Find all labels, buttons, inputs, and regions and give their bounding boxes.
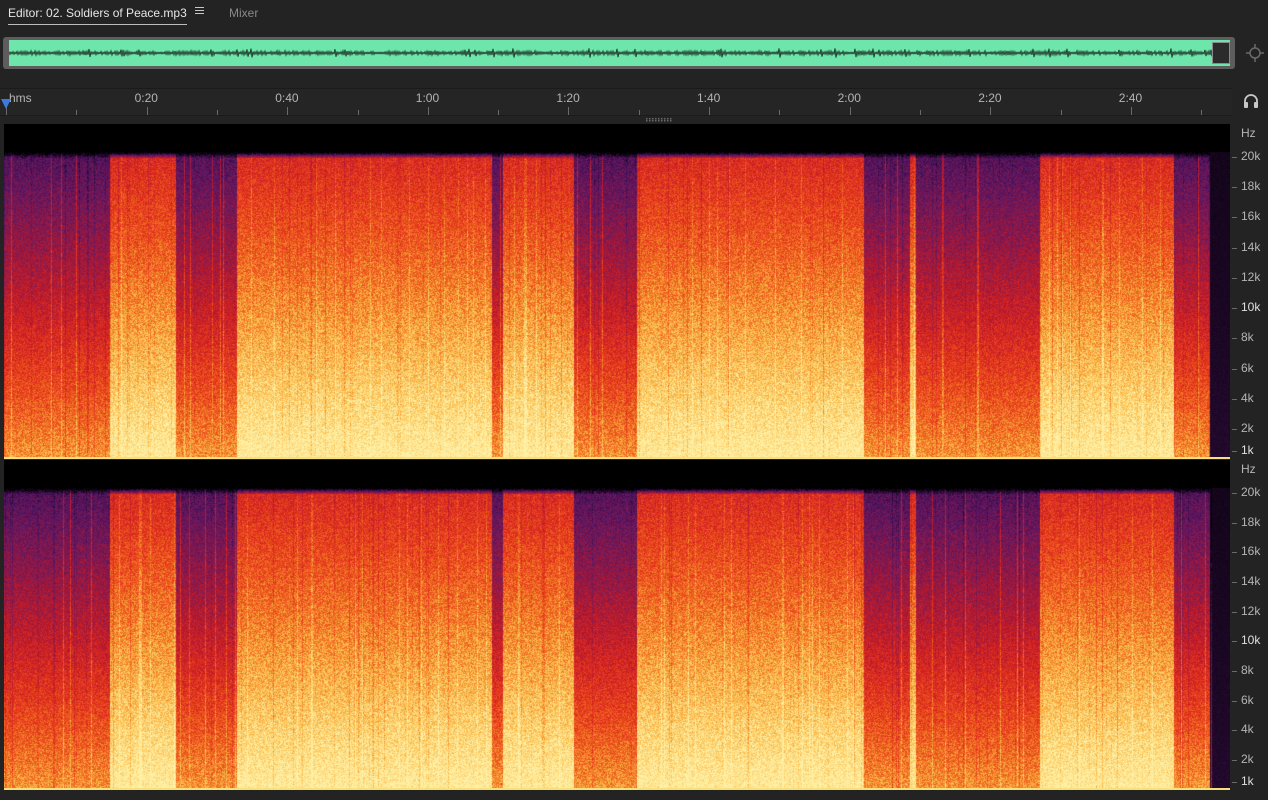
hz-tick xyxy=(1232,247,1237,249)
time-label: 1:40 xyxy=(697,91,721,105)
hz-tick xyxy=(1232,338,1237,340)
time-label: 0:40 xyxy=(275,91,299,105)
hz-label: 8k xyxy=(1241,663,1254,677)
hz-tick xyxy=(1232,582,1237,583)
hz-label: 14k xyxy=(1241,239,1261,254)
time-ruler[interactable]: hms 0:20 0:40 1:00 1:20 1:40 2:00 2:20 2:40 xyxy=(0,88,1232,116)
active-tab-underline xyxy=(8,24,187,25)
hz-tick xyxy=(1232,277,1237,279)
time-label: 1:20 xyxy=(556,91,580,105)
time-tick xyxy=(146,107,148,115)
hamburger-menu-icon[interactable] xyxy=(195,6,205,16)
time-tick xyxy=(1060,110,1062,115)
hz-unit-label: Hz xyxy=(1241,126,1256,140)
hz-tick xyxy=(1232,217,1237,219)
time-tick xyxy=(919,110,921,115)
hz-label: 6k xyxy=(1241,360,1254,375)
spectrogram-channel-right[interactable] xyxy=(4,460,1230,790)
hz-label: 10k xyxy=(1241,300,1261,315)
time-tick xyxy=(427,107,429,115)
hz-label: 8k xyxy=(1241,330,1254,345)
overview-right-handle[interactable] xyxy=(1212,42,1230,64)
spectrogram-channel-left[interactable] xyxy=(4,124,1230,459)
time-tick xyxy=(216,110,218,115)
hz-tick xyxy=(1232,760,1237,761)
hz-tick xyxy=(1232,611,1237,613)
time-label: 2:40 xyxy=(1118,91,1143,105)
time-tick xyxy=(779,110,781,115)
time-tick xyxy=(638,110,640,115)
hz-label: 14k xyxy=(1241,574,1261,588)
hz-tick xyxy=(1232,552,1237,554)
time-tick xyxy=(498,110,500,115)
overview-navigator[interactable] xyxy=(3,37,1235,69)
hz-tick xyxy=(1232,671,1237,672)
hz-tick xyxy=(1232,368,1237,370)
hz-label: 16k xyxy=(1241,544,1261,559)
hz-tick xyxy=(1232,187,1237,189)
hz-tick xyxy=(1232,522,1237,524)
panel-resize-grip[interactable] xyxy=(645,117,673,122)
hz-label: 1k xyxy=(1241,774,1254,788)
time-label: 2:00 xyxy=(837,91,861,105)
time-tick xyxy=(357,110,359,115)
hz-label: 12k xyxy=(1241,603,1261,618)
hz-tick xyxy=(1232,730,1237,732)
overview-waveform-trace xyxy=(9,48,1230,58)
hz-tick xyxy=(1232,700,1237,702)
hz-label: 4k xyxy=(1241,722,1254,737)
hz-tick xyxy=(1232,308,1237,310)
hz-label: 12k xyxy=(1241,269,1261,284)
hz-label: 20k xyxy=(1241,485,1261,499)
hz-tick xyxy=(1232,398,1237,400)
hz-tick xyxy=(1232,451,1237,452)
hz-label: 2k xyxy=(1241,421,1254,435)
hz-label: 18k xyxy=(1241,179,1261,194)
hz-label: 6k xyxy=(1241,692,1254,707)
time-tick xyxy=(709,107,710,115)
overview-waveform[interactable] xyxy=(9,40,1230,66)
playhead[interactable] xyxy=(1,99,11,109)
frequency-axis-right: Hz 20k 18k 16k 14k 12k 10k 8k 6k 4k 2k 1k xyxy=(1232,460,1268,790)
hz-label: 2k xyxy=(1241,752,1254,766)
tab-bar: Editor: 02. Soldiers of Peace.mp3 Mixer xyxy=(0,0,1268,30)
hz-label: 20k xyxy=(1241,149,1261,163)
time-label: 0:20 xyxy=(134,91,158,105)
hz-label: 1k xyxy=(1241,443,1254,457)
hz-unit-label: Hz xyxy=(1241,462,1256,476)
time-tick xyxy=(990,107,992,115)
time-tick xyxy=(1130,107,1132,115)
frequency-axis-left: Hz 20k 18k 16k 14k 12k 10k 8k 6k 4k 2k 1k xyxy=(1232,124,1268,459)
time-tick xyxy=(849,107,851,115)
hz-tick xyxy=(1232,157,1237,158)
time-format-label: hms xyxy=(9,91,32,105)
hz-tick xyxy=(1232,641,1237,643)
hz-tick xyxy=(1232,493,1237,494)
time-label: 2:20 xyxy=(978,91,1002,105)
bottom-strip xyxy=(0,790,1268,800)
hz-label: 10k xyxy=(1241,633,1261,648)
time-tick xyxy=(568,107,570,115)
time-tick xyxy=(287,107,289,115)
hz-label: 16k xyxy=(1241,209,1261,224)
time-label: 1:00 xyxy=(415,91,440,105)
headphones-icon[interactable] xyxy=(1243,93,1259,109)
zoom-navigator-icon[interactable] xyxy=(1246,44,1264,62)
time-tick xyxy=(76,110,78,115)
hz-label: 18k xyxy=(1241,514,1261,529)
hz-tick xyxy=(1232,429,1237,430)
time-tick xyxy=(1201,110,1203,115)
tab-editor[interactable]: Editor: 02. Soldiers of Peace.mp3 xyxy=(8,6,187,25)
channel-baseline xyxy=(4,457,1230,459)
tab-mixer[interactable]: Mixer xyxy=(229,6,258,20)
hz-label: 4k xyxy=(1241,390,1254,405)
hz-tick xyxy=(1232,782,1237,783)
tab-editor-label: Editor: 02. Soldiers of Peace.mp3 xyxy=(8,6,187,20)
tab-mixer-label: Mixer xyxy=(229,6,259,20)
